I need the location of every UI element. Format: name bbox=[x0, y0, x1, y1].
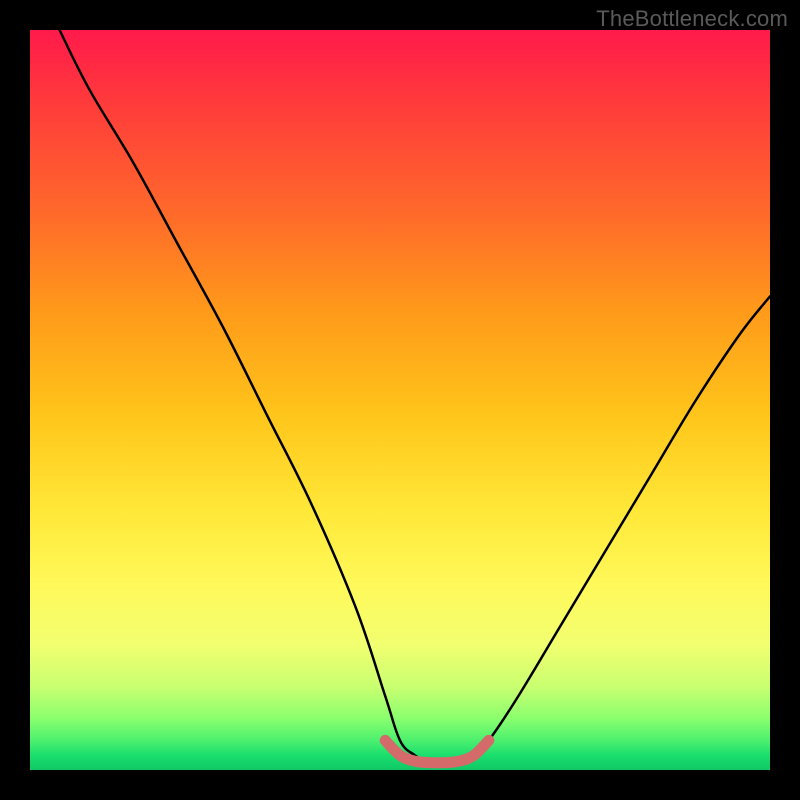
watermark-text: TheBottleneck.com bbox=[596, 6, 788, 32]
chart-frame: TheBottleneck.com bbox=[0, 0, 800, 800]
plot-area bbox=[30, 30, 770, 770]
bottleneck-curve bbox=[60, 30, 770, 763]
curve-layer bbox=[30, 30, 770, 770]
